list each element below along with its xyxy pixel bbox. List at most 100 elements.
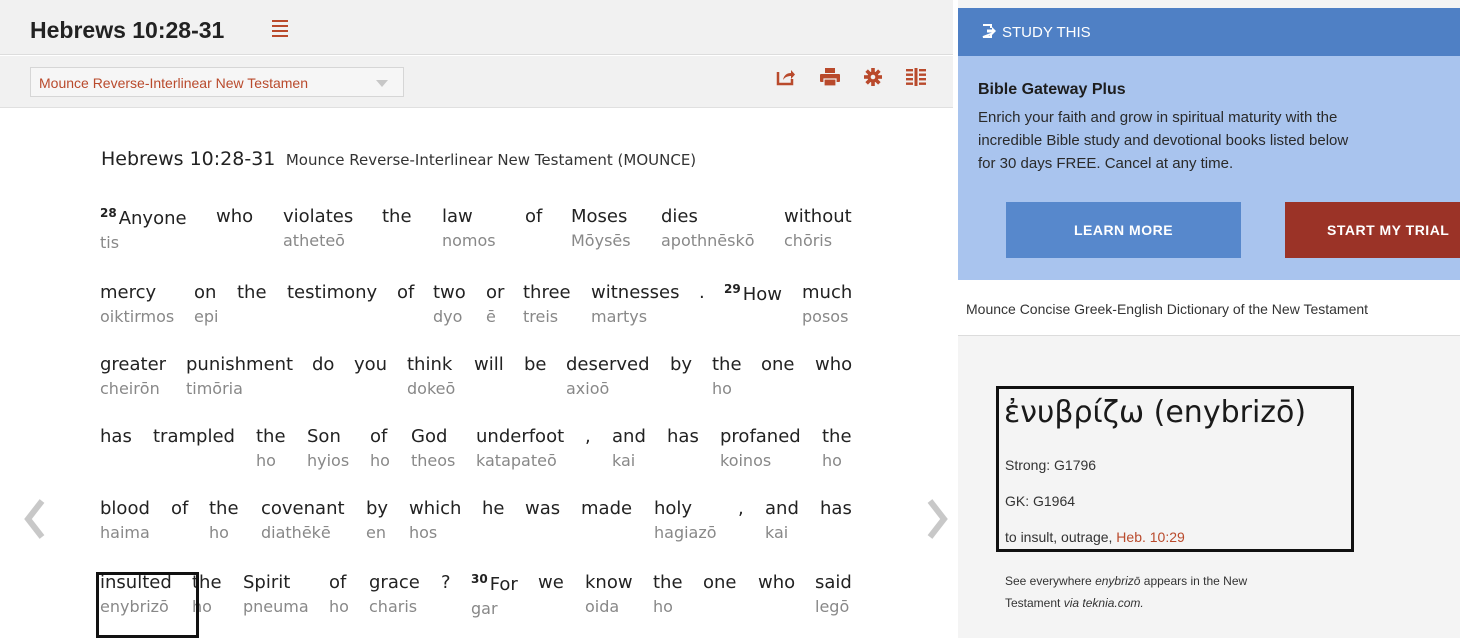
word-token[interactable]: mercy oiktirmos bbox=[100, 282, 174, 326]
word-token[interactable]: the ho bbox=[256, 426, 286, 470]
english-word: be bbox=[524, 354, 547, 375]
word-token[interactable]: deserved axioō bbox=[566, 354, 650, 398]
word-token[interactable]: will bbox=[474, 354, 504, 379]
word-token[interactable]: of ho bbox=[329, 572, 349, 616]
word-token[interactable]: made bbox=[581, 498, 632, 523]
word-token[interactable]: by bbox=[670, 354, 692, 379]
word-token[interactable]: and kai bbox=[612, 426, 646, 470]
word-token[interactable]: trampled bbox=[153, 426, 235, 451]
word-token[interactable]: , bbox=[585, 426, 591, 451]
word-token[interactable]: 29 How bbox=[724, 282, 782, 309]
english-word: the bbox=[209, 498, 239, 519]
english-word: 30 For bbox=[471, 572, 518, 595]
word-token[interactable]: who bbox=[216, 206, 253, 231]
word-token[interactable]: the ho bbox=[712, 354, 742, 398]
word-token[interactable]: be bbox=[524, 354, 547, 379]
word-token[interactable]: God theos bbox=[411, 426, 455, 470]
share-icon[interactable] bbox=[776, 68, 796, 86]
word-token[interactable]: blood haima bbox=[100, 498, 150, 542]
word-token[interactable]: on epi bbox=[194, 282, 218, 326]
word-token[interactable]: he bbox=[482, 498, 504, 523]
scripture-reference-link[interactable]: Heb. 10:29 bbox=[1116, 529, 1185, 545]
word-token[interactable]: was bbox=[525, 498, 560, 523]
word-token[interactable]: violates atheteō bbox=[283, 206, 353, 250]
greek-transliteration: timōria bbox=[186, 379, 243, 398]
word-token[interactable]: the ho bbox=[209, 498, 239, 542]
word-token[interactable]: the ho bbox=[653, 572, 683, 616]
word-token[interactable]: said legō bbox=[815, 572, 852, 616]
learn-more-button[interactable]: LEARN MORE bbox=[1006, 202, 1241, 258]
word-token[interactable]: grace charis bbox=[369, 572, 420, 616]
word-token[interactable]: by en bbox=[366, 498, 388, 542]
word-token[interactable]: insulted enybrizō bbox=[100, 572, 172, 616]
word-token[interactable]: has bbox=[667, 426, 699, 451]
word-token[interactable]: profaned koinos bbox=[720, 426, 801, 470]
lexicon-headword: ἐνυβρίζω (enybrizō) bbox=[1004, 395, 1307, 430]
english-word-text: the bbox=[653, 572, 683, 593]
word-token[interactable]: the bbox=[237, 282, 267, 307]
word-token[interactable]: you bbox=[354, 354, 387, 379]
study-this-header[interactable]: STUDY THIS bbox=[958, 8, 1460, 56]
word-token[interactable]: know oida bbox=[585, 572, 633, 616]
word-token[interactable]: testimony bbox=[287, 282, 377, 307]
word-token[interactable]: witnesses martys bbox=[591, 282, 679, 326]
start-trial-button[interactable]: START MY TRIAL bbox=[1285, 202, 1460, 258]
word-token[interactable]: who bbox=[758, 572, 795, 597]
word-token[interactable]: punishment timōria bbox=[186, 354, 293, 398]
word-token[interactable]: law nomos bbox=[442, 206, 496, 250]
word-token[interactable]: of bbox=[525, 206, 542, 231]
word-token[interactable]: ? bbox=[441, 572, 451, 597]
english-word-text: and bbox=[612, 426, 646, 447]
word-token[interactable]: 28 Anyone tis bbox=[100, 206, 187, 252]
chevron-right-icon[interactable] bbox=[924, 497, 950, 541]
word-token[interactable]: much posos bbox=[802, 282, 852, 326]
word-token[interactable]: has bbox=[100, 426, 132, 451]
dictionary-bar[interactable]: Mounce Concise Greek-English Dictionary … bbox=[958, 280, 1460, 336]
greek-transliteration: chōris bbox=[784, 231, 833, 250]
word-token[interactable]: the ho bbox=[822, 426, 852, 470]
menu-icon[interactable] bbox=[272, 20, 288, 38]
word-token[interactable]: one bbox=[703, 572, 737, 597]
columns-icon[interactable] bbox=[906, 68, 926, 86]
word-token[interactable]: of bbox=[171, 498, 188, 523]
english-word-text: , bbox=[738, 498, 744, 519]
word-token[interactable]: , bbox=[738, 498, 744, 523]
version-select[interactable]: Mounce Reverse-Interlinear New Testamen bbox=[30, 67, 404, 97]
word-token[interactable]: greater cheirōn bbox=[100, 354, 166, 398]
chevron-left-icon[interactable] bbox=[22, 497, 48, 541]
word-token[interactable]: Moses Mōysēs bbox=[571, 206, 631, 250]
promo-text-line: for 30 days FREE. Cancel at any time. bbox=[978, 155, 1234, 172]
word-token[interactable]: three treis bbox=[523, 282, 571, 326]
word-token[interactable]: one bbox=[761, 354, 795, 379]
gear-icon[interactable] bbox=[864, 68, 882, 86]
word-token[interactable]: dies apothnēskō bbox=[661, 206, 755, 250]
word-token[interactable]: which hos bbox=[409, 498, 461, 542]
word-token[interactable]: we bbox=[538, 572, 564, 597]
word-token[interactable]: 30 For gar bbox=[471, 572, 518, 618]
english-word-text: For bbox=[489, 574, 518, 595]
print-icon[interactable] bbox=[820, 68, 840, 86]
word-token[interactable]: Son hyios bbox=[307, 426, 349, 470]
word-token[interactable]: who bbox=[815, 354, 852, 379]
word-token[interactable]: two dyo bbox=[433, 282, 466, 326]
word-token[interactable]: Spirit pneuma bbox=[243, 572, 309, 616]
word-token[interactable]: or ē bbox=[486, 282, 504, 326]
strong-number: Strong: G1796 bbox=[1005, 457, 1097, 473]
word-token[interactable]: underfoot katapateō bbox=[476, 426, 564, 470]
word-token[interactable]: the bbox=[382, 206, 412, 231]
word-token[interactable]: do bbox=[312, 354, 334, 379]
word-token[interactable]: think dokeō bbox=[407, 354, 455, 398]
teknia-link[interactable]: teknia.com. bbox=[1082, 596, 1143, 610]
word-token[interactable]: covenant diathēkē bbox=[261, 498, 345, 542]
word-token[interactable]: of bbox=[397, 282, 414, 307]
word-token[interactable]: holy hagiazō bbox=[654, 498, 717, 542]
english-word-text: or bbox=[486, 282, 505, 303]
word-token[interactable]: of ho bbox=[370, 426, 390, 470]
english-word: three bbox=[523, 282, 571, 303]
word-token[interactable]: has bbox=[820, 498, 852, 523]
word-token[interactable]: without chōris bbox=[784, 206, 852, 250]
word-token[interactable]: the ho bbox=[192, 572, 222, 616]
english-word: 29 How bbox=[724, 282, 782, 305]
word-token[interactable]: . bbox=[699, 282, 705, 307]
word-token[interactable]: and kai bbox=[765, 498, 799, 542]
